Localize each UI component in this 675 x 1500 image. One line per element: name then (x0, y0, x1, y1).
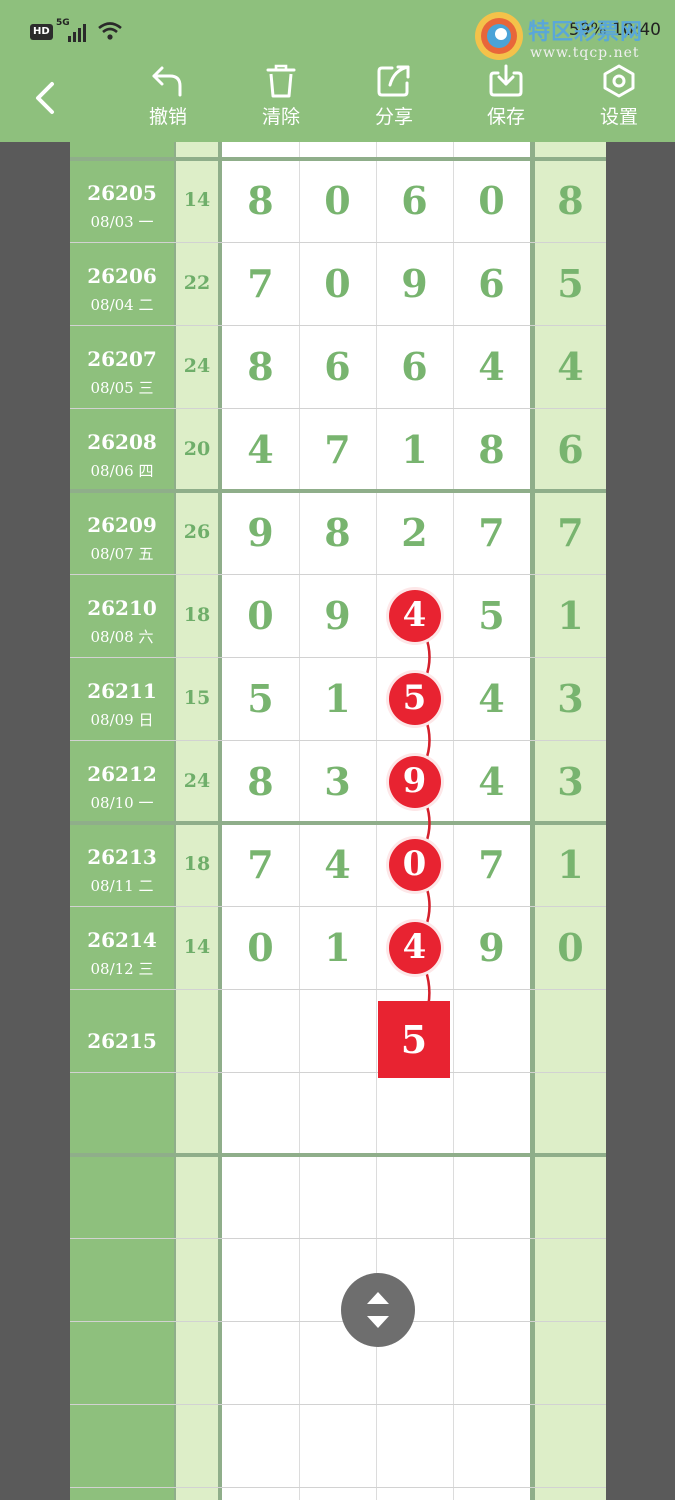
wifi-icon (98, 22, 122, 40)
trend-table: 26205 08/03 一 14 8 0 6 0 8 26206 08/04 二 22 7 0 9 6 5 26… (70, 142, 606, 1500)
undo-button[interactable]: 撤销 (128, 64, 208, 134)
watermark-url: www.tqcp.net (530, 45, 640, 61)
trash-icon (266, 64, 296, 98)
share-icon (377, 65, 410, 97)
highlighted-ball[interactable]: 9 (388, 755, 441, 808)
up-down-arrows-icon (367, 1292, 389, 1328)
undo-label: 撤销 (148, 106, 187, 128)
save-button[interactable]: 保存 (466, 64, 546, 134)
download-icon (489, 64, 523, 97)
share-button[interactable]: 分享 (354, 64, 434, 134)
prediction-row: 26215 5 (70, 998, 606, 1081)
highlighted-ball[interactable]: 0 (388, 838, 441, 891)
predicted-digit-box[interactable]: 5 (378, 1001, 450, 1078)
back-arrow-icon[interactable] (28, 78, 64, 118)
undo-icon (152, 66, 182, 97)
share-label: 分享 (374, 106, 413, 128)
hd-badge: HD (30, 24, 53, 40)
trend-line (412, 614, 431, 1040)
status-bar: HD 5G 59% 10:40 特区彩票网 www.tqcp.net (0, 0, 675, 61)
settings-label: 设置 (599, 106, 638, 128)
settings-button[interactable]: 设置 (579, 64, 659, 134)
scroll-toggle-button[interactable] (341, 1273, 415, 1347)
watermark-logo-icon (475, 12, 523, 60)
signal-icon (68, 22, 92, 42)
save-label: 保存 (486, 106, 525, 128)
clear-label: 清除 (261, 106, 300, 128)
next-issue-cell: 26215 (70, 998, 174, 1081)
settings-icon (603, 64, 635, 98)
next-issue-number: 26215 (87, 1029, 157, 1053)
highlighted-ball[interactable]: 4 (388, 589, 441, 642)
clear-button[interactable]: 清除 (241, 64, 321, 134)
watermark-name: 特区彩票网 (528, 19, 644, 45)
app-header: HD 5G 59% 10:40 特区彩票网 www.tqcp.net 撤销 清除… (0, 0, 675, 142)
highlighted-ball[interactable]: 4 (388, 921, 441, 974)
highlighted-ball[interactable]: 5 (388, 672, 441, 725)
